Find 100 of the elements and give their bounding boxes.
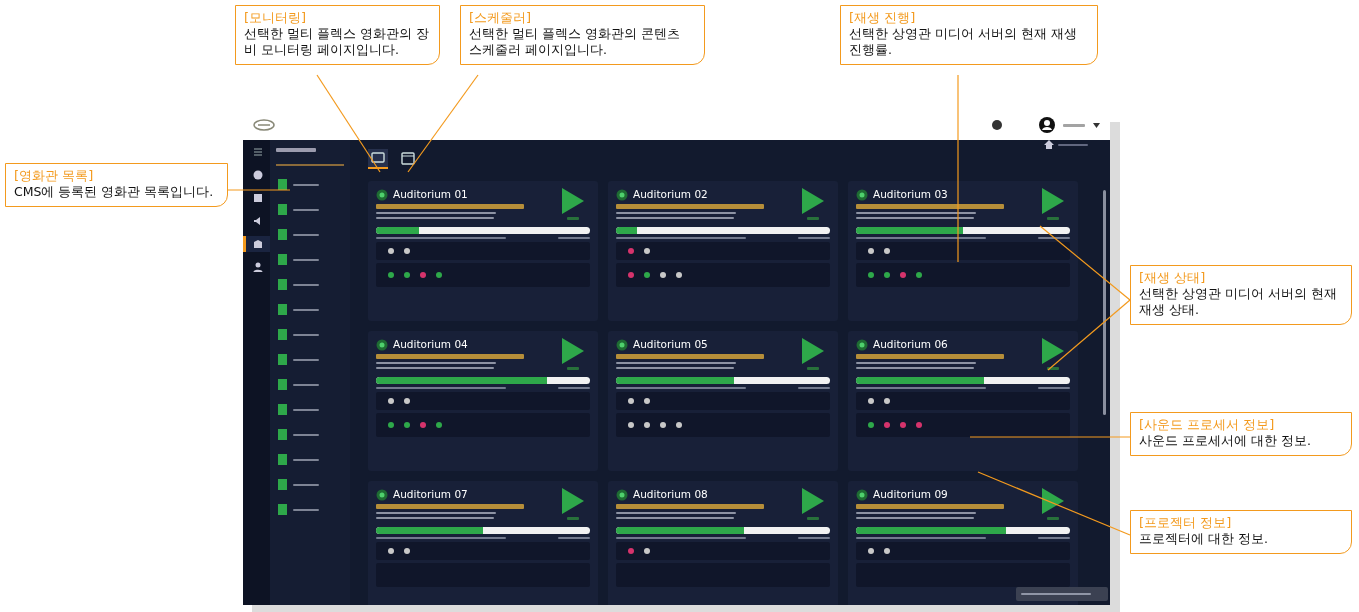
theater-icon: [278, 229, 287, 240]
username-line: [1063, 123, 1085, 127]
play-icon: [1042, 188, 1064, 214]
auditorium-name: Auditorium 07: [393, 488, 468, 501]
auditorium-name: Auditorium 09: [873, 488, 948, 501]
theater-icon: [278, 429, 287, 440]
auditorium-card[interactable]: Auditorium 08: [608, 481, 838, 605]
auditorium-card[interactable]: Auditorium 01: [368, 181, 598, 321]
menu-icon: [251, 145, 265, 159]
calendar-icon: [400, 150, 416, 166]
theater-icon: [278, 379, 287, 390]
breadcrumb-line: [1058, 143, 1088, 146]
play-icon: [1042, 488, 1064, 514]
unreadable-text-line: [293, 183, 319, 186]
callout-title: [재생 상태]: [1139, 270, 1207, 286]
view-tab[interactable]: [368, 149, 388, 169]
gauge-icon: [251, 168, 265, 182]
play-status-line: [1047, 517, 1059, 520]
monitor-icon: [370, 150, 386, 166]
status-circle-icon: [856, 488, 868, 501]
callout-text: 선택한 멀티 플렉스 영화관의 콘텐츠 스케줄러 페이지입니다.: [469, 26, 681, 58]
auditorium-card[interactable]: Auditorium 02: [608, 181, 838, 321]
unreadable-text-line: [293, 208, 319, 211]
unreadable-text-line: [798, 387, 830, 389]
callout-text: 프로젝터에 대한 정보.: [1139, 531, 1269, 547]
unreadable-text-line: [798, 537, 830, 539]
callout-title: [재생 진행]: [849, 10, 917, 26]
theater-icon: [278, 404, 287, 415]
building-icon: [251, 237, 265, 251]
unreadable-text-line: [293, 433, 319, 436]
user-icon: [251, 260, 265, 274]
callout-title: [프로젝터 정보]: [1139, 515, 1233, 531]
unreadable-text-line: [1038, 537, 1070, 539]
unreadable-text-line: [293, 233, 319, 236]
unreadable-text-line: [293, 283, 319, 286]
callout-text: 사운드 프로세서에 대한 정보.: [1139, 433, 1312, 449]
status-circle-icon: [376, 188, 388, 201]
auditorium-card[interactable]: Auditorium 07: [368, 481, 598, 605]
auditorium-card[interactable]: Auditorium 03: [848, 181, 1078, 321]
status-circle-icon: [616, 188, 628, 201]
unreadable-text-line: [293, 308, 319, 311]
unreadable-text-line: [293, 508, 319, 511]
play-icon: [1042, 338, 1064, 364]
unreadable-text-line: [293, 258, 319, 261]
unreadable-text-line: [293, 383, 319, 386]
status-circle-icon: [616, 338, 628, 351]
scrollbar[interactable]: [1103, 190, 1106, 415]
logo-icon: [253, 119, 275, 131]
unreadable-text-line: [558, 387, 590, 389]
unreadable-text-line: [1038, 237, 1070, 239]
auditorium-name: Auditorium 04: [393, 338, 468, 351]
play-status-line: [807, 217, 819, 220]
unreadable-text-line: [558, 237, 590, 239]
auditorium-card[interactable]: Auditorium 05: [608, 331, 838, 471]
callout-title: [사운드 프로세서 정보]: [1139, 417, 1276, 433]
theater-icon: [278, 479, 287, 490]
unreadable-text-line: [293, 483, 319, 486]
unreadable-text-line: [293, 358, 319, 361]
avatar-icon[interactable]: [1039, 117, 1055, 133]
unreadable-text-line: [1021, 593, 1091, 595]
play-status-line: [1047, 217, 1059, 220]
auditorium-card[interactable]: Auditorium 09: [848, 481, 1078, 605]
unreadable-text-line: [558, 537, 590, 539]
theater-icon: [278, 454, 287, 465]
status-circle-icon: [616, 488, 628, 501]
theater-icon: [278, 179, 287, 190]
callout-text: 선택한 멀티 플렉스 영화관의 장비 모니터링 페이지입니다.: [244, 26, 430, 58]
callout-text: 선택한 상영관 미디어 서버의 현재 재생 상태.: [1139, 286, 1338, 318]
calendar-icon: [251, 191, 265, 205]
play-icon: [802, 338, 824, 364]
play-status-line: [567, 517, 579, 520]
unreadable-text-line: [293, 333, 319, 336]
auditorium-name: Auditorium 02: [633, 188, 708, 201]
unreadable-text-line: [293, 408, 319, 411]
unreadable-text-line: [798, 237, 830, 239]
rail-item[interactable]: [243, 236, 270, 252]
play-status-line: [807, 367, 819, 370]
theater-icon: [278, 204, 287, 215]
play-icon: [562, 488, 584, 514]
auditorium-card[interactable]: Auditorium 06: [848, 331, 1078, 471]
callout-title: [스케줄러]: [469, 10, 533, 26]
play-status-line: [807, 517, 819, 520]
play-icon: [802, 188, 824, 214]
play-icon: [562, 188, 584, 214]
auditorium-name: Auditorium 06: [873, 338, 948, 351]
theater-icon: [278, 504, 287, 515]
auditorium-name: Auditorium 03: [873, 188, 948, 201]
theater-icon: [278, 279, 287, 290]
theater-icon: [278, 304, 287, 315]
unreadable-text-line: [293, 458, 319, 461]
auditorium-name: Auditorium 08: [633, 488, 708, 501]
caret-icon[interactable]: [1093, 122, 1100, 128]
status-circle-icon: [856, 188, 868, 201]
theater-icon: [278, 254, 287, 265]
play-icon: [562, 338, 584, 364]
callout-title: [모니터링]: [244, 10, 308, 26]
play-icon: [802, 488, 824, 514]
theater-icon: [278, 354, 287, 365]
auditorium-card[interactable]: Auditorium 04: [368, 331, 598, 471]
home-icon[interactable]: [1044, 140, 1054, 149]
